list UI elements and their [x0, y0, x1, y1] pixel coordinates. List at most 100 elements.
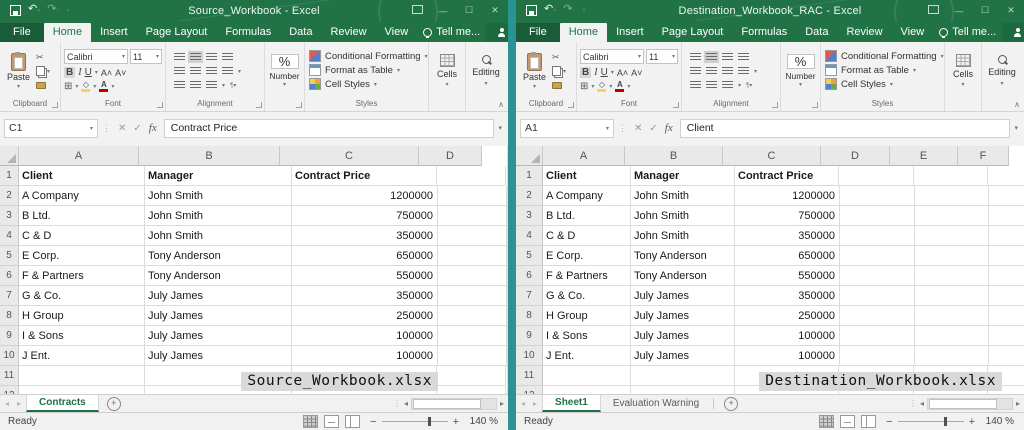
column-header-F[interactable]: F — [958, 146, 1009, 166]
font-name-select[interactable]: Calibri▾ — [64, 49, 128, 64]
paste-button[interactable]: Paste▾ — [3, 52, 34, 91]
alignment-dialog-launcher[interactable] — [256, 102, 262, 108]
scroll-left-icon[interactable]: ◂ — [920, 399, 924, 408]
tab-page-layout[interactable]: Page Layout — [653, 23, 733, 42]
cell-C6[interactable]: 550000 — [735, 266, 840, 286]
cell-A12[interactable] — [19, 386, 145, 394]
cell-D4[interactable] — [438, 226, 507, 246]
font-color-button[interactable]: A — [615, 81, 624, 92]
cell-C1[interactable]: Contract Price — [292, 166, 437, 186]
row-header-5[interactable]: 5 — [516, 246, 543, 266]
cell-C1[interactable]: Contract Price — [735, 166, 839, 186]
tab-home[interactable]: Home — [44, 23, 91, 42]
number-dialog-launcher[interactable] — [296, 102, 302, 108]
undo-icon[interactable]: ↶▾ — [544, 4, 556, 17]
clipboard-dialog-launcher[interactable] — [568, 102, 574, 108]
number-format-caret[interactable]: ▾ — [283, 81, 286, 88]
enter-icon[interactable]: ✓ — [649, 123, 657, 134]
cell-C4[interactable]: 350000 — [735, 226, 840, 246]
row-header-5[interactable]: 5 — [0, 246, 19, 266]
page-break-view-icon[interactable] — [861, 415, 876, 428]
middle-align-button[interactable] — [706, 53, 717, 61]
select-all-corner[interactable] — [0, 146, 19, 166]
cell-E6[interactable] — [915, 266, 989, 286]
cell-F9[interactable] — [989, 326, 1024, 346]
cell-A5[interactable]: E Corp. — [19, 246, 145, 266]
row-header-11[interactable]: 11 — [0, 366, 19, 386]
cell-B7[interactable]: July James — [145, 286, 292, 306]
copy-button[interactable]: ▾ — [552, 65, 566, 77]
format-painter-button[interactable] — [36, 79, 50, 91]
cell-B10[interactable]: July James — [631, 346, 735, 366]
cell-C10[interactable]: 100000 — [292, 346, 438, 366]
cell-E4[interactable] — [915, 226, 989, 246]
wrap-text-button[interactable] — [222, 53, 233, 61]
cell-B1[interactable]: Manager — [631, 166, 735, 186]
cell-F7[interactable] — [989, 286, 1024, 306]
row-header-7[interactable]: 7 — [516, 286, 543, 306]
tab-insert[interactable]: Insert — [607, 23, 653, 42]
close-icon[interactable]: ✕ — [998, 5, 1024, 16]
cell-A1[interactable]: Client — [543, 166, 631, 186]
cell-F6[interactable] — [989, 266, 1024, 286]
expand-formula-bar-icon[interactable]: ▾ — [498, 124, 504, 132]
row-header-2[interactable]: 2 — [516, 186, 543, 206]
row-header-10[interactable]: 10 — [516, 346, 543, 366]
cell-C3[interactable]: 750000 — [292, 206, 438, 226]
cell-B3[interactable]: John Smith — [631, 206, 735, 226]
cell-A7[interactable]: G & Co. — [19, 286, 145, 306]
cell-D10[interactable] — [840, 346, 915, 366]
cell-D3[interactable] — [840, 206, 915, 226]
page-layout-view-icon[interactable] — [840, 415, 855, 428]
row-header-12[interactable]: 12 — [0, 386, 19, 394]
scroll-right-icon[interactable]: ▸ — [500, 399, 504, 408]
cell-B8[interactable]: July James — [631, 306, 735, 326]
cell-B10[interactable]: July James — [145, 346, 292, 366]
cell-D5[interactable] — [438, 246, 507, 266]
top-align-button[interactable] — [690, 53, 701, 61]
row-header-4[interactable]: 4 — [516, 226, 543, 246]
save-icon[interactable] — [526, 5, 537, 16]
cell-A2[interactable]: A Company — [543, 186, 631, 206]
cell-D7[interactable] — [840, 286, 915, 306]
italic-button[interactable]: I — [594, 67, 597, 78]
cell-A11[interactable] — [19, 366, 145, 386]
copy-button[interactable]: ▾ — [36, 65, 50, 77]
bottom-align-button[interactable] — [206, 53, 217, 61]
customize-qat-icon[interactable]: ▾ — [66, 7, 69, 14]
expand-formula-bar-icon[interactable]: ▾ — [1014, 124, 1020, 132]
cell-C3[interactable]: 750000 — [735, 206, 840, 226]
cell-A6[interactable]: F & Partners — [543, 266, 631, 286]
cell-D2[interactable] — [438, 186, 507, 206]
alignment-dialog-launcher[interactable] — [772, 102, 778, 108]
row-header-6[interactable]: 6 — [516, 266, 543, 286]
row-header-8[interactable]: 8 — [0, 306, 19, 326]
cell-C4[interactable]: 350000 — [292, 226, 438, 246]
row-header-9[interactable]: 9 — [516, 326, 543, 346]
maximize-icon[interactable]: ☐ — [972, 5, 998, 16]
horizontal-scroll-thumb[interactable] — [413, 399, 481, 409]
cell-B6[interactable]: Tony Anderson — [631, 266, 735, 286]
cell-F10[interactable] — [989, 346, 1024, 366]
row-header-8[interactable]: 8 — [516, 306, 543, 326]
align-right-button[interactable] — [722, 67, 733, 75]
cell-C9[interactable]: 100000 — [735, 326, 840, 346]
tab-data[interactable]: Data — [280, 23, 321, 42]
cell-E3[interactable] — [915, 206, 989, 226]
cell-C9[interactable]: 100000 — [292, 326, 438, 346]
cell-C10[interactable]: 100000 — [735, 346, 840, 366]
enter-icon[interactable]: ✓ — [133, 123, 141, 134]
cell-D10[interactable] — [438, 346, 507, 366]
cell-D1[interactable] — [437, 166, 506, 186]
cell-A12[interactable] — [543, 386, 631, 394]
column-header-C[interactable]: C — [723, 146, 821, 166]
cell-D8[interactable] — [438, 306, 507, 326]
cell-A8[interactable]: H Group — [19, 306, 145, 326]
redo-icon[interactable]: ↷▾ — [47, 4, 59, 17]
paragraph-options-icon[interactable]: ¶▾ — [746, 82, 752, 89]
tab-formulas[interactable]: Formulas — [216, 23, 280, 42]
increase-font-button[interactable]: A˄ — [101, 68, 112, 78]
page-break-view-icon[interactable] — [345, 415, 360, 428]
cell-C7[interactable]: 350000 — [292, 286, 438, 306]
cell-B6[interactable]: Tony Anderson — [145, 266, 292, 286]
